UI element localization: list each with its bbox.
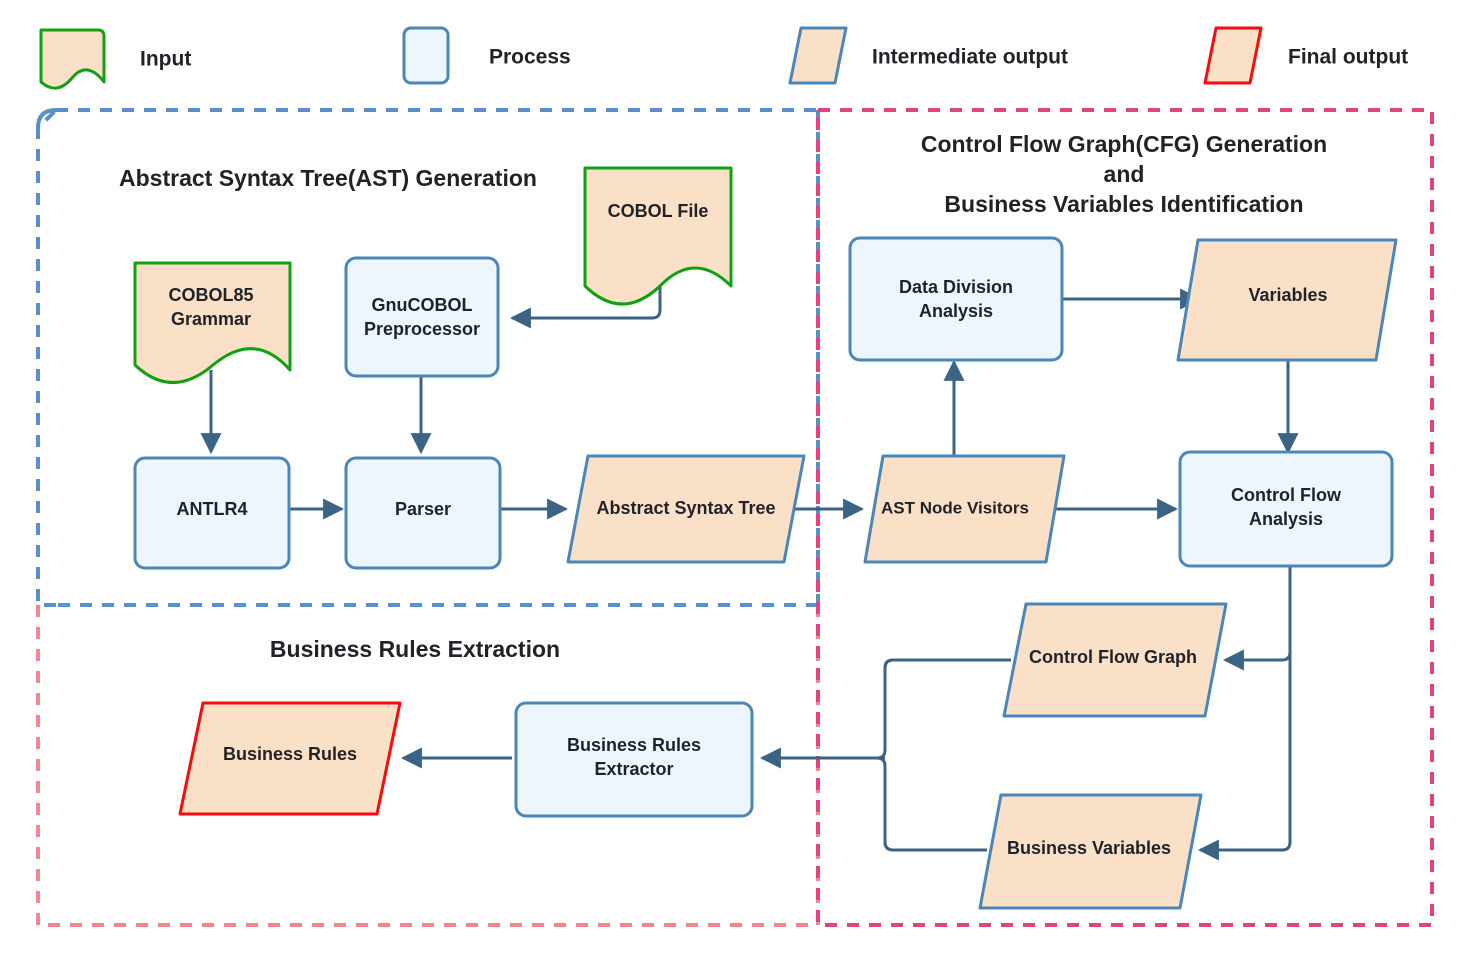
pipeline-diagram: Input Process Intermediate output Final …	[36, 26, 1434, 927]
rounded-rect-shape-icon	[402, 26, 450, 85]
node-parser-label: Parser	[395, 499, 451, 519]
legend: Input Process Intermediate output Final …	[39, 26, 1408, 90]
node-control-flow-analysis[interactable]: Control Flow Analysis	[1178, 450, 1394, 568]
node-ast-node-visitors-label: AST Node Visitors	[881, 498, 1029, 517]
node-gnucobol-preprocessor-label-line2: Preprocessor	[364, 319, 480, 339]
node-abstract-syntax-tree[interactable]: Abstract Syntax Tree	[566, 454, 806, 564]
node-variables[interactable]: Variables	[1176, 238, 1398, 362]
section-title-ast: Abstract Syntax Tree(AST) Generation	[119, 165, 537, 191]
edge-cfa-to-control-flow-graph	[1222, 566, 1292, 671]
node-parser[interactable]: Parser	[344, 456, 502, 570]
edge-business-variables-to-junction	[852, 756, 987, 852]
node-gnucobol-preprocessor-label-line1: GnuCOBOL	[372, 295, 473, 315]
node-cobol-file-shape	[583, 166, 733, 306]
node-data-division-analysis-label-line2: Analysis	[919, 301, 993, 321]
node-control-flow-graph[interactable]: Control Flow Graph	[1002, 602, 1228, 718]
node-gnucobol-preprocessor-shape	[344, 256, 500, 378]
legend-item-process: Process	[402, 26, 571, 85]
node-business-rules-extractor-label-line2: Extractor	[594, 759, 673, 779]
legend-label-input: Input	[140, 48, 191, 71]
section-title-cfg-line2: and	[1104, 161, 1145, 187]
node-business-variables[interactable]: Business Variables	[978, 793, 1203, 910]
node-cobol85-grammar[interactable]: COBOL85 Grammar	[133, 261, 292, 384]
node-variables-label: Variables	[1248, 285, 1327, 305]
legend-label-process: Process	[489, 46, 571, 69]
node-antlr4[interactable]: ANTLR4	[133, 456, 291, 570]
node-business-rules[interactable]: Business Rules	[178, 701, 402, 816]
parallelogram-shape-icon	[788, 26, 848, 85]
section-title-cfg-line3: Business Variables Identification	[944, 191, 1303, 217]
edge-control-flow-graph-to-junction	[852, 658, 1011, 760]
node-business-rules-extractor[interactable]: Business Rules Extractor	[514, 701, 754, 818]
node-business-variables-label: Business Variables	[1007, 838, 1171, 858]
node-business-rules-label: Business Rules	[223, 744, 357, 764]
node-antlr4-label: ANTLR4	[177, 499, 248, 519]
node-data-division-analysis-shape	[848, 236, 1064, 362]
node-data-division-analysis-label-line1: Data Division	[899, 277, 1013, 297]
node-data-division-analysis[interactable]: Data Division Analysis	[848, 236, 1064, 362]
node-control-flow-analysis-label-line1: Control Flow	[1231, 485, 1342, 505]
section-title-cfg-line1: Control Flow Graph(CFG) Generation	[921, 131, 1327, 157]
diagram-canvas: Input Process Intermediate output Final …	[0, 0, 1474, 966]
legend-item-input: Input	[39, 28, 191, 90]
node-cobol85-grammar-label-line1: COBOL85	[168, 285, 253, 305]
document-shape-icon	[39, 28, 106, 90]
node-control-flow-analysis-label-line2: Analysis	[1249, 509, 1323, 529]
node-cobol85-grammar-label-line2: Grammar	[171, 309, 251, 329]
node-ast-node-visitors[interactable]: AST Node Visitors	[863, 454, 1066, 564]
node-cobol-file[interactable]: COBOL File	[583, 166, 733, 306]
section-title-rules: Business Rules Extraction	[270, 636, 560, 662]
node-business-rules-extractor-label-line1: Business Rules	[567, 735, 701, 755]
parallelogram-final-shape-icon	[1203, 26, 1263, 85]
node-control-flow-graph-label: Control Flow Graph	[1029, 647, 1197, 667]
legend-item-final-output: Final output	[1203, 26, 1408, 85]
node-abstract-syntax-tree-label: Abstract Syntax Tree	[596, 498, 775, 518]
node-cobol-file-label: COBOL File	[608, 201, 709, 221]
legend-label-intermediate-output: Intermediate output	[872, 46, 1068, 69]
legend-item-intermediate-output: Intermediate output	[788, 26, 1068, 85]
node-gnucobol-preprocessor[interactable]: GnuCOBOL Preprocessor	[344, 256, 500, 378]
legend-label-final-output: Final output	[1288, 46, 1408, 69]
